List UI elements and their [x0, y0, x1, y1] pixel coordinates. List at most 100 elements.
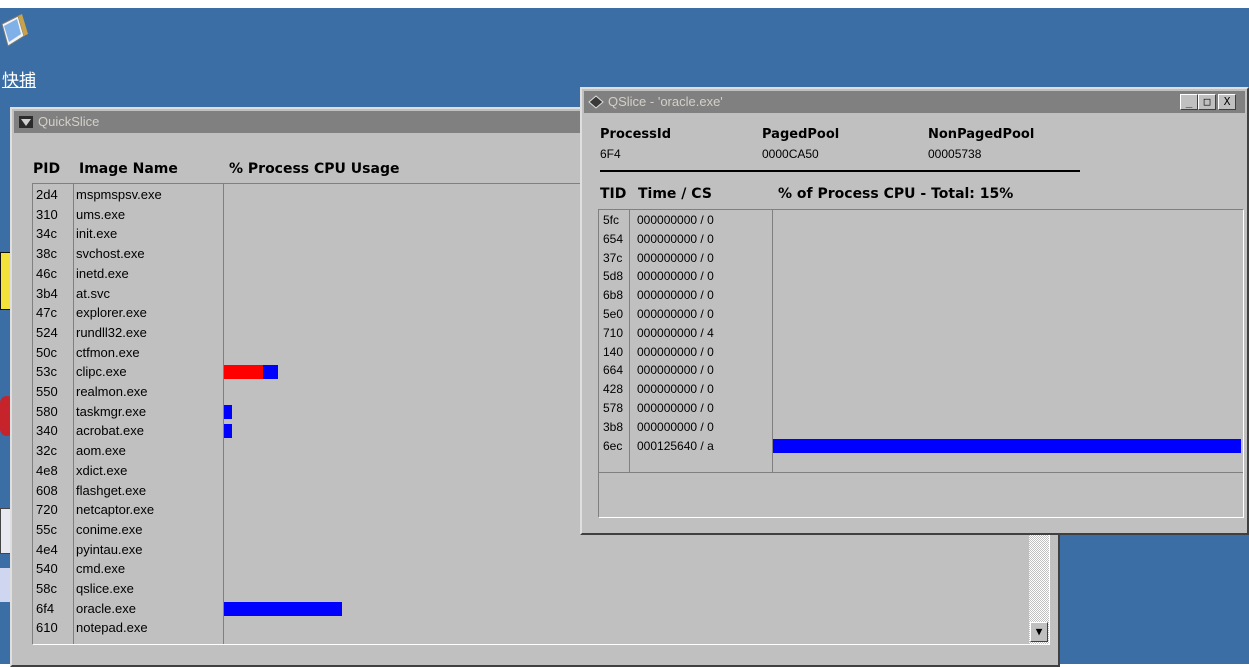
process-pid: 550	[36, 384, 58, 399]
process-image-name: qslice.exe	[76, 581, 134, 596]
process-pid: 610	[36, 620, 58, 636]
thread-row[interactable]: 578 000000000 / 0	[599, 399, 772, 417]
thread-time-cs: 000000000 / 4	[637, 325, 714, 340]
process-pid: 720	[36, 502, 58, 518]
process-row[interactable]: 580 taskmgr.exe	[33, 402, 223, 422]
process-image-name: cmd.exe	[76, 561, 126, 577]
process-row[interactable]: 55c conime.exe	[33, 520, 223, 540]
thread-time-cs: 000125640 / a	[637, 438, 714, 453]
thread-tid: 654	[603, 231, 624, 246]
thread-row[interactable]: 654 000000000 / 0	[599, 230, 772, 248]
nonpaged-pool-label: NonPagedPool	[928, 127, 1035, 142]
process-image-name: oracle.exe	[76, 600, 136, 616]
qslice-oracle-title: QSlice - 'oracle.exe'	[608, 94, 723, 109]
close-button[interactable]: X	[1218, 94, 1236, 110]
chevron-down-icon: ▼	[1035, 625, 1043, 638]
process-row[interactable]: 46c inetd.exe	[33, 264, 223, 284]
thread-row[interactable]: 3b8 000000000 / 0	[599, 418, 772, 436]
thread-row[interactable]: 5fc 000000000 / 0	[599, 211, 772, 229]
process-row[interactable]: 4e4 pyintau.exe	[33, 540, 223, 560]
thread-row[interactable]: 6b8 000000000 / 0	[599, 286, 772, 304]
process-image-name: svchost.exe	[76, 246, 145, 262]
thread-row[interactable]: 664 000000000 / 0	[599, 361, 772, 379]
thread-row[interactable]: 5e0 000000000 / 0	[599, 305, 772, 323]
process-image-name: at.svc	[76, 285, 110, 301]
maximize-icon: □	[1203, 95, 1211, 108]
process-id-value: 6F4	[600, 147, 621, 161]
process-row[interactable]: 47c explorer.exe	[33, 303, 223, 323]
process-row[interactable]: 3b4 at.svc	[33, 284, 223, 304]
image-name-column-header: Image Name	[79, 161, 178, 177]
process-row[interactable]: 720 netcaptor.exe	[33, 500, 223, 520]
thread-time-cs: 000000000 / 0	[637, 363, 714, 378]
thread-tid: 3b8	[603, 419, 624, 434]
process-row[interactable]: 53c clipc.exe	[33, 362, 223, 382]
scroll-down-button[interactable]: ▼	[1030, 622, 1048, 642]
thread-time-cs: 000000000 / 0	[637, 231, 714, 246]
process-row[interactable]: 4e8 xdict.exe	[33, 461, 223, 481]
thread-time-cs: 000000000 / 0	[637, 307, 714, 321]
process-row[interactable]: 32c aom.exe	[33, 441, 223, 461]
desktop-icon-label[interactable]: 快捕	[2, 66, 36, 91]
cpu-bar-user	[262, 365, 279, 380]
thread-cpu-bar	[773, 438, 1241, 453]
process-pid: 6f4	[36, 600, 55, 616]
process-row[interactable]: 524 rundll32.exe	[33, 323, 223, 343]
thread-list[interactable]: 5fc 000000000 / 0 654 000000000 / 0 37c 00000…	[598, 209, 1244, 518]
thread-tid: 5fc	[603, 213, 620, 227]
thread-time-cs: 000000000 / 0	[637, 288, 714, 303]
process-pid: 4e4	[36, 541, 58, 557]
process-pid: 50c	[36, 344, 57, 360]
cpu-bar-user	[224, 424, 232, 439]
process-pid: 580	[36, 403, 58, 419]
process-pid: 4e8	[36, 462, 58, 478]
thread-tid: 710	[603, 325, 624, 340]
qslice-oracle-window: QSlice - 'oracle.exe' _ □ X ProcessId 6F…	[580, 87, 1249, 535]
process-pid: 34c	[36, 226, 57, 242]
process-row[interactable]: 540 cmd.exe	[33, 559, 223, 579]
maximize-button[interactable]: □	[1198, 94, 1216, 110]
thread-tid: 5d8	[603, 269, 624, 284]
thread-tid: 578	[603, 401, 624, 415]
time-cs-column-header: Time / CS	[638, 186, 712, 202]
qslice-oracle-titlebar[interactable]: QSlice - 'oracle.exe' _ □ X	[584, 91, 1245, 113]
thread-row[interactable]: 710 000000000 / 4	[599, 324, 772, 342]
process-row[interactable]: 2d4 mspmspsv.exe	[33, 185, 223, 205]
process-row[interactable]: 38c svchost.exe	[33, 244, 223, 264]
cpu-bar-user	[224, 601, 343, 616]
process-row[interactable]: 608 flashget.exe	[33, 481, 223, 501]
thread-row[interactable]: 428 000000000 / 0	[599, 380, 772, 398]
thread-time-cs: 000000000 / 0	[637, 213, 714, 227]
process-image-name: flashget.exe	[76, 482, 147, 498]
thread-row[interactable]: 37c 000000000 / 0	[599, 249, 772, 267]
process-image-name: realmon.exe	[76, 384, 148, 399]
process-pid: 47c	[36, 305, 57, 321]
thread-row[interactable]: 6ec 000125640 / a	[599, 437, 772, 455]
cpu-usage-column-header: % Process CPU Usage	[229, 161, 400, 177]
process-row[interactable]: 50c ctfmon.exe	[33, 343, 223, 363]
process-pid: 53c	[36, 364, 57, 380]
process-pid: 340	[36, 423, 58, 439]
thread-row[interactable]: 5d8 000000000 / 0	[599, 267, 772, 285]
process-pid: 540	[36, 561, 58, 577]
process-id-label: ProcessId	[600, 127, 672, 142]
thread-row[interactable]: 140 000000000 / 0	[599, 343, 772, 361]
process-image-name: acrobat.exe	[76, 423, 144, 439]
thread-list-bottom-rule	[599, 472, 1243, 473]
process-row[interactable]: 58c qslice.exe	[33, 579, 223, 599]
thread-tid: 428	[603, 382, 624, 397]
notepad-desktop-icon[interactable]	[0, 14, 30, 52]
quickslice-title: QuickSlice	[38, 114, 100, 129]
process-row[interactable]: 34c init.exe	[33, 224, 223, 244]
close-icon: X	[1223, 95, 1231, 108]
process-row[interactable]: 310 ums.exe	[33, 205, 223, 225]
process-pid: 32c	[36, 443, 57, 459]
process-row[interactable]: 610 notepad.exe	[33, 618, 223, 638]
process-row[interactable]: 550 realmon.exe	[33, 382, 223, 402]
minimize-button[interactable]: _	[1180, 94, 1198, 110]
desktop-icon-fragment[interactable]	[0, 568, 10, 602]
quickslice-app-icon	[19, 116, 33, 128]
process-row[interactable]: 6f4 oracle.exe	[33, 599, 223, 619]
process-row[interactable]: 340 acrobat.exe	[33, 421, 223, 441]
process-image-name: ctfmon.exe	[76, 344, 140, 360]
